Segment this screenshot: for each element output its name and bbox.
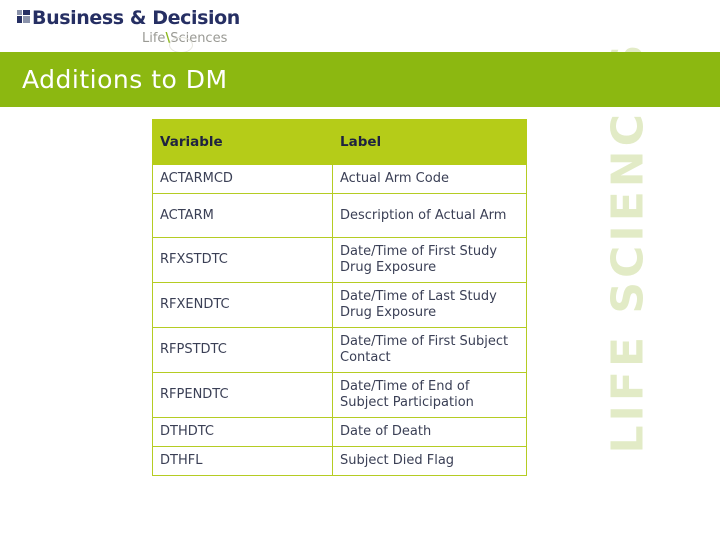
cell-variable: RFXENDTC — [152, 282, 333, 328]
column-header-variable: Variable — [152, 119, 333, 165]
slide-canvas: LIFE SCIENCES Business & Decision Life\S… — [0, 0, 720, 540]
variables-table-container: Variable Label ACTARMCD Actual Arm Code … — [152, 119, 527, 476]
table-row: DTHDTC Date of Death — [152, 417, 527, 447]
table-body: ACTARMCD Actual Arm Code ACTARM Descript… — [152, 164, 527, 476]
cell-label: Subject Died Flag — [332, 446, 527, 476]
cell-label: Description of Actual Arm — [332, 193, 527, 238]
cell-variable: RFPENDTC — [152, 372, 333, 418]
cell-label: Date/Time of First Study Drug Exposure — [332, 237, 527, 283]
cell-label: Date of Death — [332, 417, 527, 447]
table-row: RFXENDTC Date/Time of Last Study Drug Ex… — [152, 282, 527, 328]
table-row: RFXSTDTC Date/Time of First Study Drug E… — [152, 237, 527, 283]
table-row: DTHFL Subject Died Flag — [152, 446, 527, 476]
cell-label: Date/Time of Last Study Drug Exposure — [332, 282, 527, 328]
slide-title: Additions to DM — [22, 65, 228, 94]
cell-variable: ACTARMCD — [152, 164, 333, 194]
cell-variable: DTHFL — [152, 446, 333, 476]
table-header-row: Variable Label — [152, 119, 527, 165]
table-row: RFPENDTC Date/Time of End of Subject Par… — [152, 372, 527, 418]
logo-company-name: Business & Decision — [32, 7, 240, 29]
logo-squares-icon — [17, 10, 30, 23]
title-banner: Additions to DM — [0, 52, 720, 107]
variables-table: Variable Label ACTARMCD Actual Arm Code … — [152, 119, 527, 476]
logo-division-sciences: Sciences — [170, 31, 228, 46]
brand-logo: Business & Decision Life\Sciences — [17, 7, 317, 53]
table-row: RFPSTDTC Date/Time of First Subject Cont… — [152, 327, 527, 373]
cell-label: Date/Time of End of Subject Participatio… — [332, 372, 527, 418]
table-row: ACTARM Description of Actual Arm — [152, 193, 527, 238]
table-row: ACTARMCD Actual Arm Code — [152, 164, 527, 194]
cell-label: Date/Time of First Subject Contact — [332, 327, 527, 373]
logo-division-name: Life\Sciences — [142, 31, 227, 46]
cell-variable: RFPSTDTC — [152, 327, 333, 373]
logo-division-life: Life — [142, 31, 166, 46]
cell-label: Actual Arm Code — [332, 164, 527, 194]
cell-variable: DTHDTC — [152, 417, 333, 447]
column-header-label: Label — [332, 119, 527, 165]
cell-variable: ACTARM — [152, 193, 333, 238]
cell-variable: RFXSTDTC — [152, 237, 333, 283]
